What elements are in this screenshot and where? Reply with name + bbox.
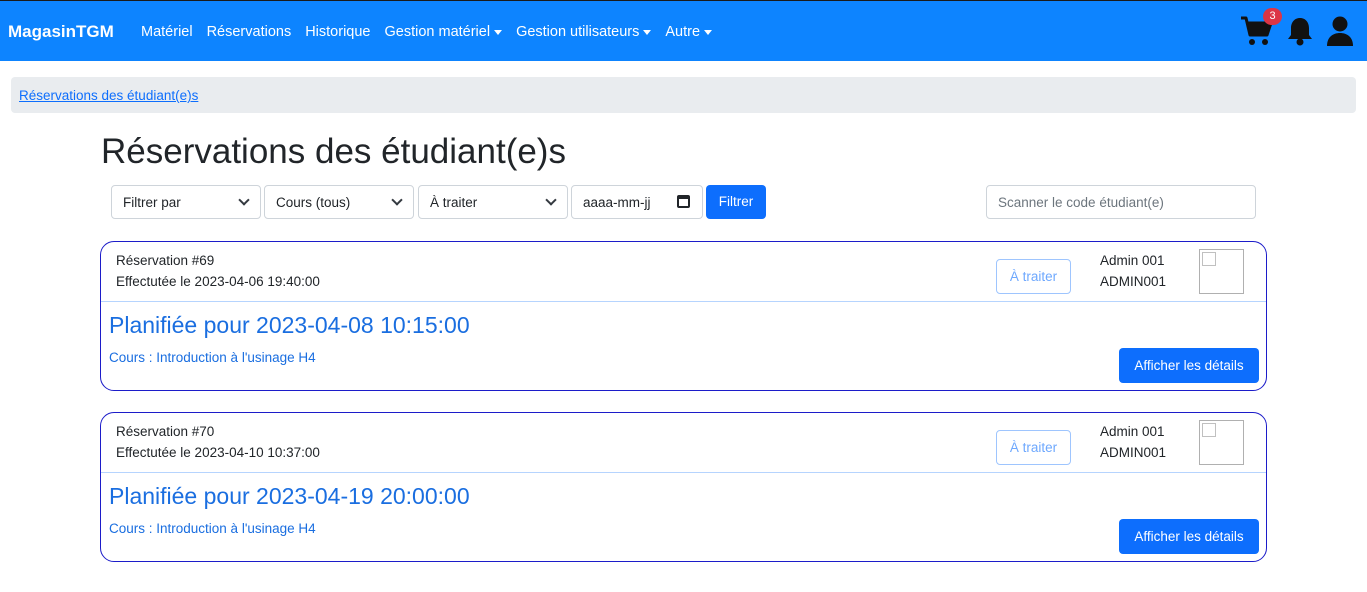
chevron-down-icon [238, 194, 250, 206]
broken-image-icon [1202, 423, 1216, 437]
date-input[interactable]: aaaa-mm-jj [571, 185, 703, 219]
filter-by-value: Filtrer par [123, 195, 181, 210]
reservation-created-date: Effectutée le 2023-04-06 19:40:00 [116, 274, 320, 289]
planned-date: Planifiée pour 2023-04-08 10:15:00 [109, 312, 470, 338]
course-name: Cours : Introduction à l'usinage H4 [109, 521, 316, 536]
nav-item-label: Gestion matériel [384, 24, 491, 40]
page-title: Réservations des étudiant(e)s [101, 132, 566, 171]
nav-item-historique[interactable]: Historique [305, 24, 370, 40]
status-button[interactable]: À traiter [996, 259, 1071, 294]
user-name: Admin 001 [1100, 253, 1165, 268]
avatar [1199, 420, 1244, 465]
course-select[interactable]: Cours (tous) [264, 185, 414, 219]
nav-item-gestion-materiel[interactable]: Gestion matériel [384, 24, 503, 40]
nav-item-reservations[interactable]: Réservations [207, 24, 292, 40]
chevron-down-icon [545, 194, 557, 206]
calendar-icon[interactable] [677, 195, 690, 208]
brand-logo[interactable]: MagasinTGM [8, 22, 114, 42]
chevron-down-icon [391, 194, 403, 206]
nav-item-materiel[interactable]: Matériel [141, 24, 193, 40]
nav-item-gestion-utilisateurs[interactable]: Gestion utilisateurs [516, 24, 652, 40]
scan-student-code-input[interactable]: Scanner le code étudiant(e) [986, 185, 1256, 219]
user-code: ADMIN001 [1100, 274, 1167, 289]
scan-placeholder: Scanner le code étudiant(e) [998, 195, 1164, 210]
breadcrumb: Réservations des étudiant(e)s [11, 77, 1356, 113]
nav-item-label: Autre [665, 24, 701, 40]
filter-button[interactable]: Filtrer [706, 185, 766, 219]
nav-item-label: Historique [305, 24, 371, 40]
nav-item-label: Matériel [141, 24, 193, 40]
date-placeholder: aaaa-mm-jj [583, 195, 651, 210]
status-value: À traiter [430, 195, 478, 210]
breadcrumb-link[interactable]: Réservations des étudiant(e)s [19, 88, 198, 103]
nav-menu: Matériel Réservations Historique Gestion… [141, 24, 726, 40]
status-select[interactable]: À traiter [418, 185, 568, 219]
caret-down-icon [704, 29, 713, 35]
filter-by-select[interactable]: Filtrer par [111, 185, 261, 219]
user-code: ADMIN001 [1100, 445, 1167, 460]
avatar [1199, 249, 1244, 294]
course-value: Cours (tous) [276, 195, 351, 210]
show-details-button[interactable]: Afficher les détails [1119, 519, 1259, 554]
reservation-card-header: Réservation #70 Effectutée le 2023-04-10… [101, 413, 1266, 473]
nav-item-label: Gestion utilisateurs [516, 24, 640, 40]
bell-icon[interactable] [1286, 15, 1314, 52]
navbar: MagasinTGM Matériel Réservations Histori… [0, 0, 1367, 61]
reservation-card-header: Réservation #69 Effectutée le 2023-04-06… [101, 242, 1266, 302]
broken-image-icon [1202, 252, 1216, 266]
cart-count-badge: 3 [1263, 8, 1282, 25]
caret-down-icon [494, 29, 503, 35]
course-name: Cours : Introduction à l'usinage H4 [109, 350, 316, 365]
reservation-card: Réservation #69 Effectutée le 2023-04-06… [100, 241, 1267, 391]
user-icon[interactable] [1326, 15, 1354, 52]
status-button[interactable]: À traiter [996, 430, 1071, 465]
nav-item-autre[interactable]: Autre [665, 24, 713, 40]
caret-down-icon [643, 29, 652, 35]
show-details-button[interactable]: Afficher les détails [1119, 348, 1259, 383]
user-name: Admin 001 [1100, 424, 1165, 439]
nav-item-label: Réservations [206, 24, 292, 40]
reservation-created-date: Effectutée le 2023-04-10 10:37:00 [116, 445, 320, 460]
reservation-number: Réservation #69 [116, 253, 215, 268]
planned-date: Planifiée pour 2023-04-19 20:00:00 [109, 483, 470, 509]
reservation-card: Réservation #70 Effectutée le 2023-04-10… [100, 412, 1267, 562]
reservation-number: Réservation #70 [116, 424, 215, 439]
